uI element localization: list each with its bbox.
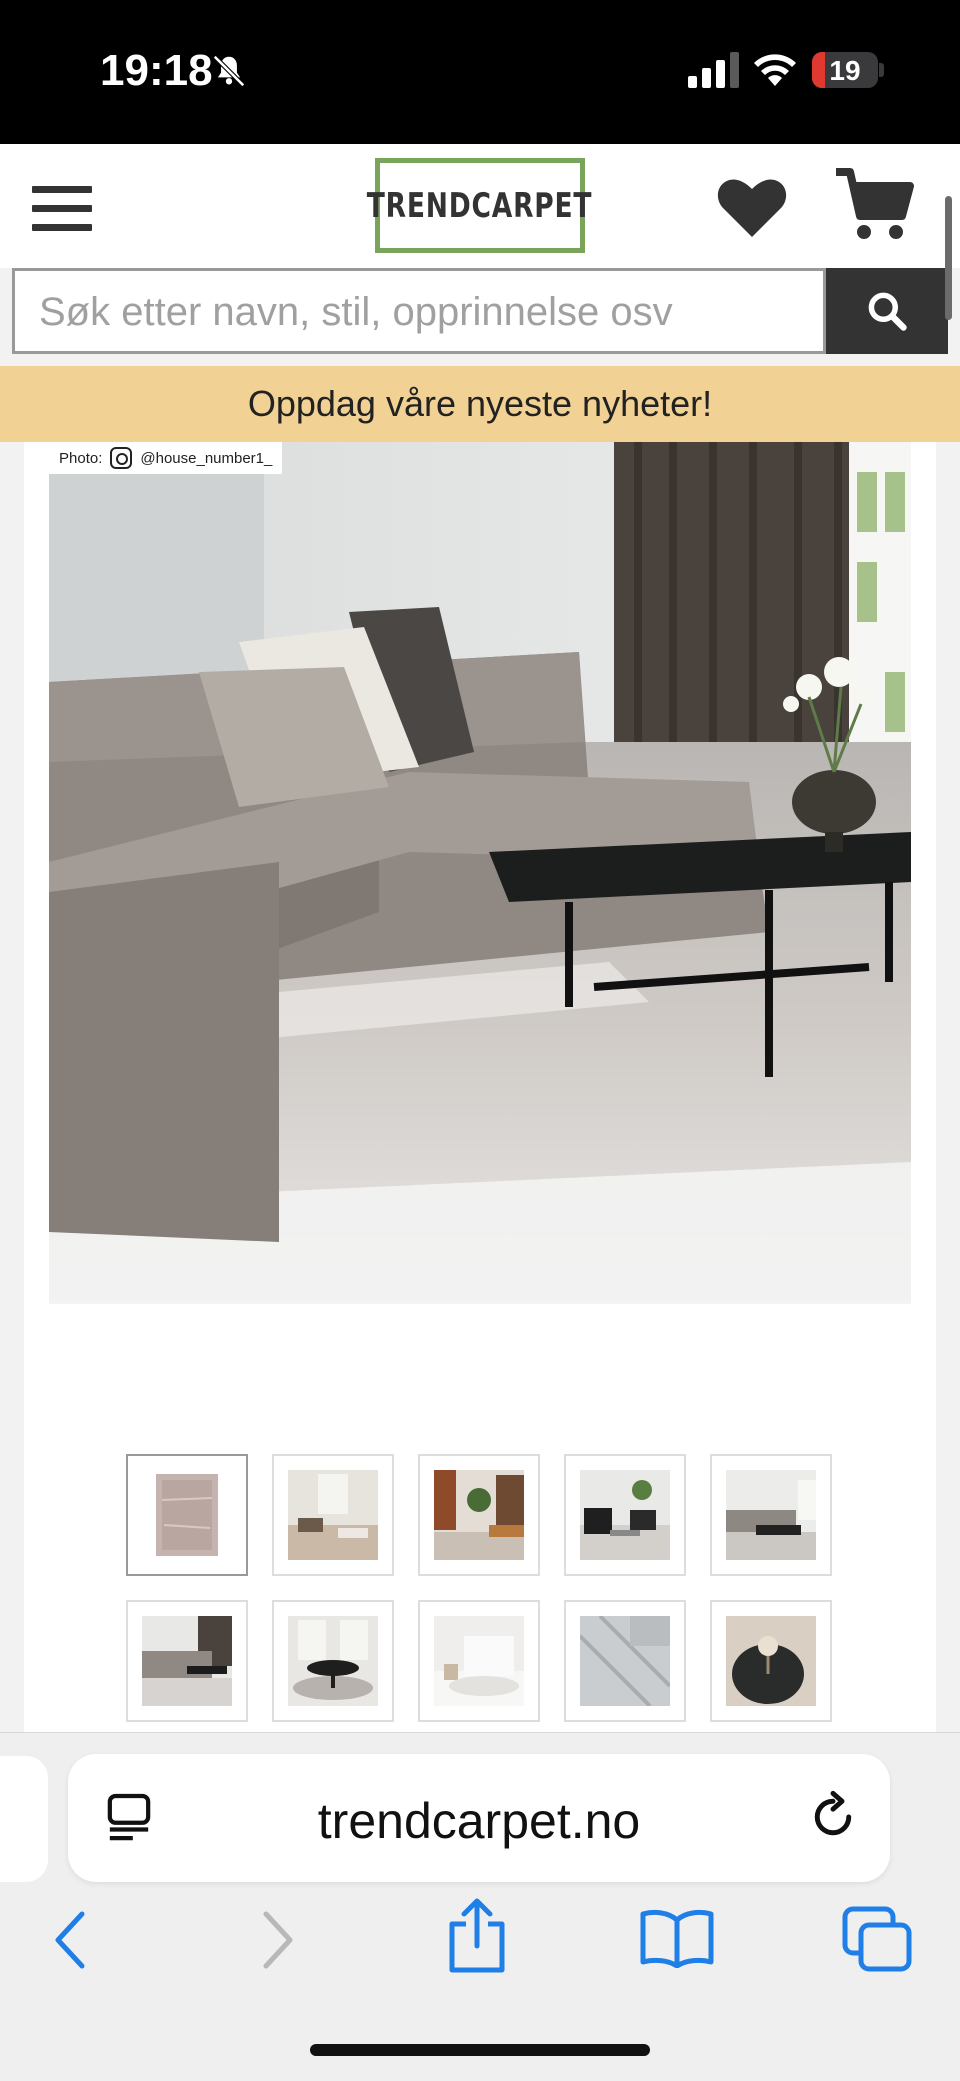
page-scrollbar[interactable] [945,196,952,320]
status-time: 19:18 [100,46,213,95]
back-icon[interactable] [50,1908,90,1972]
forward-icon[interactable] [258,1908,298,1972]
wifi-icon [754,54,796,86]
battery-level: 19 [829,55,861,86]
promo-banner-text: Oppdag våre nyeste nyheter! [247,383,713,424]
bell-slash-icon [213,55,245,87]
thumbnail-8[interactable] [418,1600,540,1722]
previous-tab-preview[interactable] [0,1756,48,1882]
search-bar [12,268,948,354]
thumbnail-7[interactable] [272,1600,394,1722]
hamburger-menu-icon[interactable] [32,186,92,232]
search-button[interactable] [826,268,948,354]
address-bar[interactable]: trendcarpet.no [68,1754,890,1882]
battery-icon: 19 [812,52,878,88]
search-icon [868,292,907,331]
instagram-icon [110,447,133,469]
site-header: TRENDCARPET [0,144,960,268]
product-main-image[interactable] [49,442,911,1304]
signal-icon [688,52,739,88]
cart-icon[interactable] [834,166,914,246]
thumbnail-2[interactable] [272,1454,394,1576]
search-input[interactable] [39,289,809,335]
thumbnail-1[interactable] [126,1454,248,1576]
thumbnail-10[interactable] [710,1600,832,1722]
thumbnail-5[interactable] [710,1454,832,1576]
address-url: trendcarpet.no [317,1793,641,1849]
share-icon[interactable] [446,1898,508,1974]
photo-credit-handle: @house_number1_ [140,449,273,467]
heart-icon[interactable] [716,174,788,240]
search-field [12,268,826,354]
status-bar: 19:18 19 [0,0,960,144]
logo-text: TRENDCARPET [367,185,593,226]
site-logo[interactable]: TRENDCARPET [367,158,592,253]
thumbnail-4[interactable] [564,1454,686,1576]
home-indicator[interactable] [310,2044,650,2056]
tabs-icon[interactable] [842,1906,912,1972]
photo-credit-label: Photo: [59,449,103,467]
bookmarks-icon[interactable] [640,1908,714,1968]
thumbnail-3[interactable] [418,1454,540,1576]
thumbnail-9[interactable] [564,1600,686,1722]
photo-credit: Photo: @house_number1_ [49,442,283,474]
thumbnail-6[interactable] [126,1600,248,1722]
reload-icon[interactable] [806,1788,860,1846]
promo-banner[interactable]: Oppdag våre nyeste nyheter! [0,366,960,442]
